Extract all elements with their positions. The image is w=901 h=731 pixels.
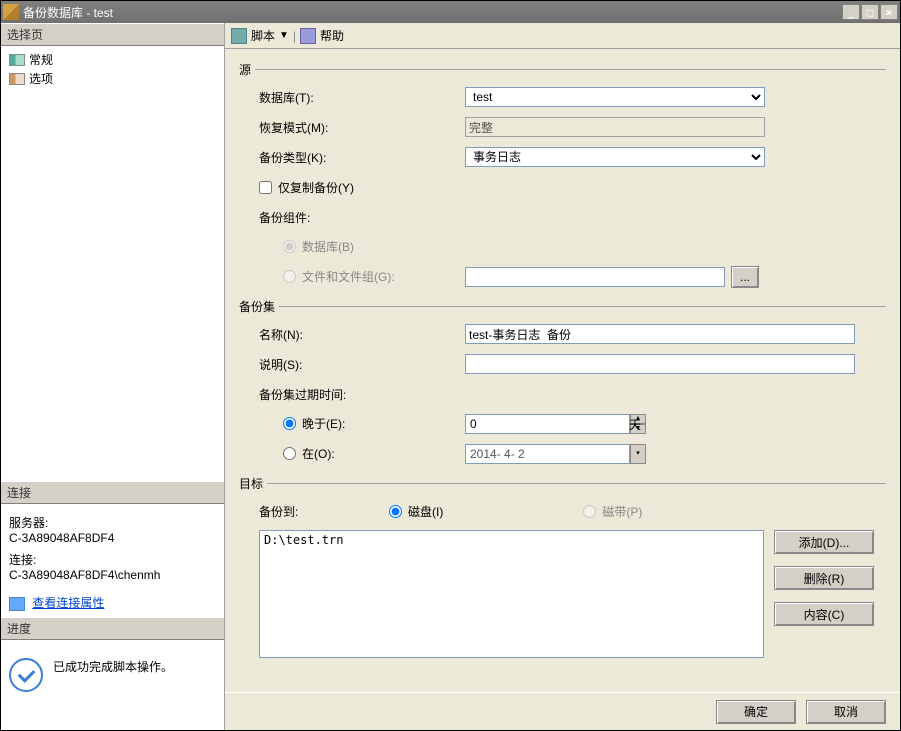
backupset-group: 备份集 名称(N): 说明(S): 备份集过期时间: [239,298,886,465]
expire-after-input[interactable] [283,417,296,430]
script-button[interactable]: 脚本 [251,27,275,44]
close-button[interactable]: × [880,4,898,20]
expire-on-radio[interactable]: 在(O): [283,445,335,462]
toolbar: 脚本 ▼ | 帮助 [225,23,900,49]
help-icon [300,28,316,44]
backup-type-label: 备份类型(K): [259,149,465,166]
contents-button[interactable]: 内容(C) [774,602,874,626]
minimize-button[interactable]: _ [842,4,860,20]
success-icon [9,658,43,692]
page-icon [9,54,25,66]
filegroups-field [465,267,725,287]
server-value: C-3A89048AF8DF4 [9,531,216,545]
view-connection-props[interactable]: 查看连接属性 [9,588,216,611]
page-general[interactable]: 常规 [7,50,218,69]
days-spinner[interactable]: ▲ ▼ [465,414,615,434]
form-area: 源 数据库(T): test 恢复模式(M): [225,49,900,692]
script-icon [231,28,247,44]
help-button[interactable]: 帮助 [320,27,344,44]
component-label: 备份组件: [259,209,465,226]
titlebar: 备份数据库 - test _ □ × [1,1,900,23]
filegroups-browse-button[interactable]: ... [731,266,759,288]
expire-on-input[interactable] [283,447,296,460]
backup-to-label: 备份到: [259,503,389,520]
properties-icon [9,597,25,611]
destination-list[interactable]: D:\test.trn [259,530,764,658]
recovery-value: 完整 [465,117,765,137]
ok-button[interactable]: 确定 [716,700,796,724]
date-picker: ▾ [465,444,615,464]
tape-radio: 磁带(P) [583,503,642,520]
conn-label: 连接: [9,551,216,568]
source-legend: 源 [239,61,251,78]
main-panel: 脚本 ▼ | 帮助 源 数据库(T): test [225,23,900,730]
database-select[interactable]: test [465,87,765,107]
date-dropdown-icon: ▾ [630,444,646,464]
backup-type-select[interactable]: 事务日志 [465,147,765,167]
source-group: 源 数据库(T): test 恢复模式(M): [239,61,886,288]
page-tree: 常规 选项 [1,46,224,92]
name-label: 名称(N): [259,326,465,343]
days-input[interactable] [465,414,630,434]
component-files-input [283,270,296,283]
copy-only-input[interactable] [259,181,272,194]
days-unit: 天 [629,416,641,433]
component-database-radio: 数据库(B) [283,238,354,255]
component-files-radio: 文件和文件组(G): [283,268,395,285]
app-icon [3,4,19,20]
server-label: 服务器: [9,514,216,531]
recovery-label: 恢复模式(M): [259,119,465,136]
progress-panel: 已成功完成脚本操作。 [1,640,224,730]
dialog-footer: 确定 取消 [225,692,900,730]
page-label: 选项 [29,70,53,87]
name-input[interactable] [465,324,855,344]
disk-radio[interactable]: 磁盘(I) [389,503,443,520]
backup-database-dialog: 备份数据库 - test _ □ × 选择页 常规 选项 连接 服务 [0,0,901,731]
page-icon [9,73,25,85]
link-label: 查看连接属性 [32,594,104,611]
window-title: 备份数据库 - test [23,4,842,21]
maximize-button[interactable]: □ [861,4,879,20]
page-label: 常规 [29,51,53,68]
connection-header: 连接 [1,481,224,504]
destination-group: 目标 备份到: 磁盘(I) 磁带(P) [239,475,886,658]
conn-value: C-3A89048AF8DF4\chenmh [9,568,216,582]
page-options[interactable]: 选项 [7,69,218,88]
sidebar: 选择页 常规 选项 连接 服务器: C-3A89048AF8DF4 连接: C-… [1,23,225,730]
destination-path[interactable]: D:\test.trn [264,533,759,547]
destination-legend: 目标 [239,475,263,492]
expire-after-radio[interactable]: 晚于(E): [283,415,345,432]
cancel-button[interactable]: 取消 [806,700,886,724]
connection-panel: 服务器: C-3A89048AF8DF4 连接: C-3A89048AF8DF4… [1,504,224,617]
tape-input [583,505,596,518]
select-page-header: 选择页 [1,23,224,46]
backupset-legend: 备份集 [239,298,275,315]
progress-header: 进度 [1,617,224,640]
titlebar-controls: _ □ × [842,4,898,20]
dialog-body: 选择页 常规 选项 连接 服务器: C-3A89048AF8DF4 连接: C-… [1,23,900,730]
expire-label: 备份集过期时间: [259,386,465,403]
add-button[interactable]: 添加(D)... [774,530,874,554]
copy-only-checkbox[interactable]: 仅复制备份(Y) [259,179,354,196]
database-label: 数据库(T): [259,89,465,106]
desc-label: 说明(S): [259,356,465,373]
progress-text: 已成功完成脚本操作。 [53,658,173,675]
remove-button[interactable]: 删除(R) [774,566,874,590]
script-dropdown[interactable]: ▼ [279,30,289,41]
desc-input[interactable] [465,354,855,374]
component-db-input [283,240,296,253]
date-input [465,444,630,464]
disk-input[interactable] [389,505,402,518]
